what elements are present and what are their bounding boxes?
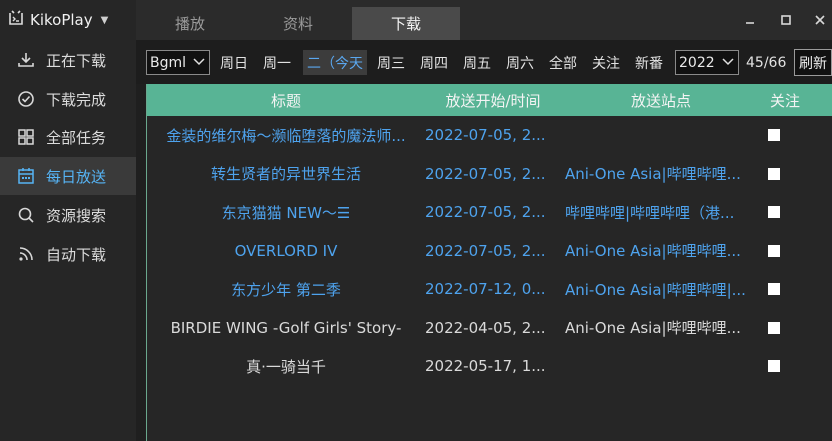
table-row[interactable]: BIRDIE WING -Golf Girls' Story- 2022-04-0… [147,309,832,347]
app-name: KikoPlay [30,11,93,29]
row-site: Ani-One Asia|哔哩哔哩... [565,165,741,183]
calendar-icon [16,167,36,185]
column-header-follow[interactable]: 关注 [761,84,809,116]
sidebar-item-auto-download[interactable]: 自动下载 [0,235,136,273]
chevron-down-icon [721,54,735,72]
maximize-icon[interactable] [776,10,796,30]
search-icon [16,206,36,224]
table-row[interactable]: 东京猫猫 NEW～☰ 2022-07-05, 2... 哔哩哔哩|哔哩哔哩（港... [147,193,832,231]
row-start-time: 2022-07-05, 2... [425,164,546,183]
item-count: 45/66 [746,54,787,71]
row-title[interactable]: 转生贤者的异世界生活 [147,155,425,193]
day-filter-sunday[interactable]: 周日 [220,50,248,75]
top-tab-bar: 播放 资料 下载 [136,0,832,40]
sidebar-item-label: 资源搜索 [46,206,107,225]
sidebar-item-label: 正在下载 [46,51,107,70]
day-filter-monday[interactable]: 周一 [263,50,291,75]
column-header-start-time[interactable]: 放送开始/时间 [425,84,561,116]
day-filter-thursday[interactable]: 周四 [420,50,448,75]
download-icon [16,51,36,69]
close-icon[interactable] [810,10,830,30]
source-select[interactable]: Bgml [146,50,210,75]
row-title[interactable]: OVERLORD IV [147,232,425,270]
table-row[interactable]: 真·一骑当千 2022-05-17, 1... [147,347,832,385]
sidebar-item-resource-search[interactable]: 资源搜索 [0,196,136,234]
chevron-down-icon [192,54,206,72]
table-row[interactable]: 转生贤者的异世界生活 2022-07-05, 2... Ani-One Asia|哔… [147,155,832,193]
kikoplay-window: KikoPlay ▼ 正在下载 下载完成 全部任务 每日放送 资源搜索 自动下载… [0,0,832,441]
day-filter-new-season[interactable]: 新番 [635,50,663,75]
row-start-time: 2022-07-05, 2... [425,203,546,221]
tab-download[interactable]: 下载 [352,7,460,40]
grid-icon [16,128,36,146]
follow-checkbox[interactable] [768,129,780,141]
column-header-title[interactable]: 标题 [147,84,425,116]
day-filter-following[interactable]: 关注 [592,50,620,75]
row-site [565,116,761,154]
table-row[interactable]: 东方少年 第二季 2022-07-12, 0... Ani-One Asia|哔哩哔… [147,270,832,308]
table-row[interactable]: 金装的维尔梅～濒临堕落的魔法师... 2022-07-05, 2... [147,116,832,154]
follow-checkbox[interactable] [768,206,780,218]
year-select-value: 2022 [679,54,715,71]
sidebar-item-downloading[interactable]: 正在下载 [0,41,136,79]
row-start-time: 2022-05-17, 1... [425,357,546,375]
sidebar: KikoPlay ▼ 正在下载 下载完成 全部任务 每日放送 资源搜索 自动下载 [0,0,136,441]
follow-checkbox[interactable] [768,283,780,295]
column-header-site[interactable]: 放送站点 [561,84,761,116]
check-circle-icon [16,90,36,108]
sidebar-item-label: 下载完成 [46,90,107,109]
sidebar-item-label: 全部任务 [46,128,107,147]
row-site: Ani-One Asia|哔哩哔哩|... [565,280,746,299]
table-header: 标题 放送开始/时间 放送站点 关注 [147,84,832,116]
refresh-button[interactable]: 刷新 [794,49,832,76]
follow-checkbox[interactable] [768,321,780,334]
row-start-time: 2022-07-05, 2... [425,241,546,260]
kikoplay-logo-icon [8,10,24,30]
row-title[interactable]: 东方少年 第二季 [147,270,425,308]
sidebar-item-all-tasks[interactable]: 全部任务 [0,118,136,156]
sidebar-item-daily-broadcast[interactable]: 每日放送 [0,157,136,195]
row-site [565,347,761,385]
app-menu[interactable]: KikoPlay ▼ [0,0,136,40]
year-select[interactable]: 2022 [675,50,739,75]
row-title[interactable]: 东京猫猫 NEW～☰ [147,193,425,231]
table-row[interactable]: OVERLORD IV 2022-07-05, 2... Ani-One Asia|… [147,232,832,270]
row-site: Ani-One Asia|哔哩哔哩... [565,242,741,260]
broadcast-table: 标题 放送开始/时间 放送站点 关注 金装的维尔梅～濒临堕落的魔法师... 202… [146,84,832,441]
minimize-icon[interactable] [740,10,760,30]
follow-checkbox[interactable] [768,244,780,257]
row-title[interactable]: 真·一骑当千 [147,347,425,385]
rss-icon [16,245,36,263]
row-start-time: 2022-04-05, 2... [425,318,546,337]
day-filter-wednesday[interactable]: 周三 [377,50,405,75]
day-filter-saturday[interactable]: 周六 [506,50,534,75]
row-start-time: 2022-07-05, 2... [425,126,546,144]
source-select-value: Bgml [150,54,187,71]
caret-down-icon: ▼ [100,14,109,26]
day-filter-tuesday-today[interactable]: 二（今天 [303,50,367,75]
row-start-time: 2022-07-12, 0... [425,280,546,298]
day-filter-all[interactable]: 全部 [549,50,577,75]
daily-filter-toolbar: Bgml 周日 周一 二（今天 周三 周四 周五 周六 全部 关注 新番 202… [136,40,832,84]
follow-checkbox[interactable] [768,167,780,180]
tab-library[interactable]: 资料 [244,7,352,40]
day-filter-friday[interactable]: 周五 [463,50,491,75]
row-title[interactable]: 金装的维尔梅～濒临堕落的魔法师... [147,116,425,154]
sidebar-item-completed[interactable]: 下载完成 [0,80,136,118]
sidebar-item-label: 每日放送 [46,167,107,186]
tab-play[interactable]: 播放 [136,7,244,40]
row-site: 哔哩哔哩|哔哩哔哩（港... [565,203,735,222]
row-site: Ani-One Asia|哔哩哔哩... [565,319,741,337]
follow-checkbox[interactable] [768,360,780,372]
sidebar-item-label: 自动下载 [46,245,107,264]
row-title[interactable]: BIRDIE WING -Golf Girls' Story- [147,309,425,347]
